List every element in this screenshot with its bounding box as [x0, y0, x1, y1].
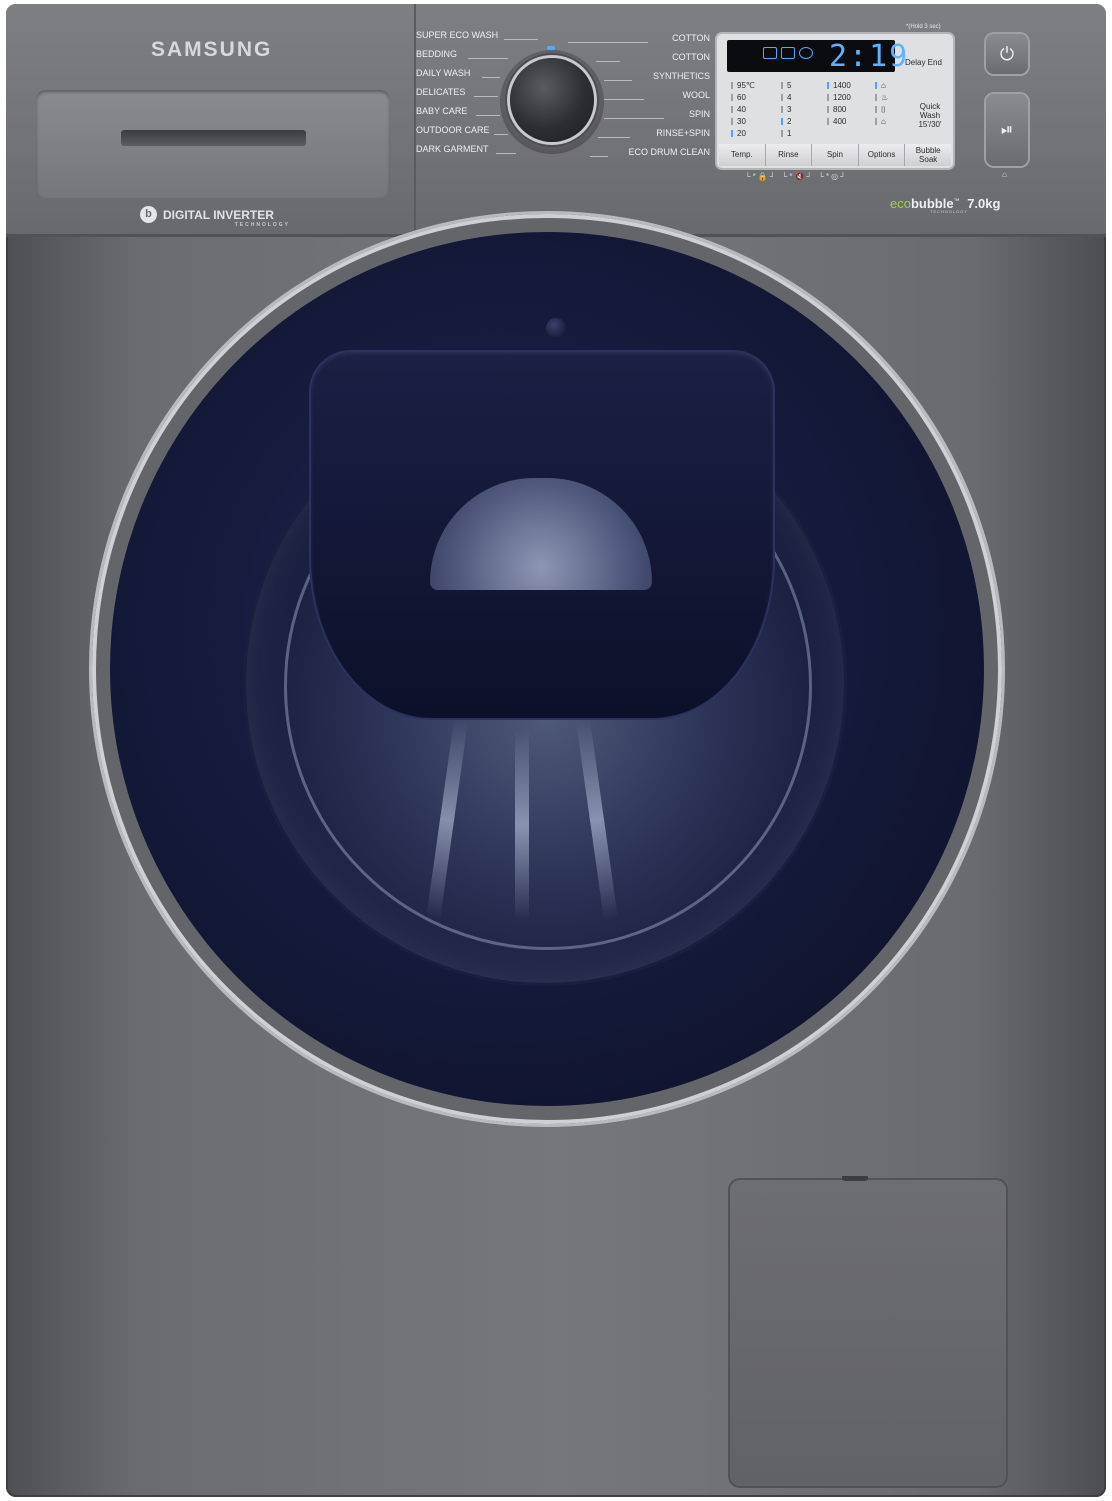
rinse-option: 2	[781, 116, 791, 128]
detergent-drawer[interactable]	[36, 90, 390, 198]
delay-end-label[interactable]: Delay End	[905, 58, 942, 67]
temp-button[interactable]: Temp.	[719, 144, 766, 166]
addwash-icon: ⌂	[1002, 170, 1007, 179]
program-label[interactable]: SUPER ECO WASH	[416, 30, 498, 40]
program-leader-line	[496, 153, 516, 154]
program-leader-line	[568, 42, 648, 43]
drawer-handle[interactable]	[121, 130, 306, 146]
capacity-label: 7.0kg	[967, 196, 1001, 211]
program-label[interactable]: OUTDOOR CARE	[416, 125, 490, 135]
inverter-title: DIGITAL INVERTER	[163, 207, 274, 222]
bubble-soak-button[interactable]: Bubble Soak	[905, 144, 951, 166]
program-leader-line	[482, 77, 500, 78]
temp-options: 95℃ 60 40 30 20	[731, 80, 755, 140]
eco-subtitle: TECHNOLOGY	[930, 209, 969, 214]
start-pause-button[interactable]: ⏯	[986, 94, 1028, 166]
option-icon-row: ⌷	[875, 104, 888, 116]
program-label[interactable]: WOOL	[682, 90, 710, 100]
program-label[interactable]: BEDDING	[416, 49, 457, 59]
program-leader-line	[604, 118, 664, 119]
trademark: ™	[953, 198, 960, 205]
program-leader-line	[476, 115, 500, 116]
time-readout: 2:19	[829, 39, 910, 74]
program-leader-line	[504, 39, 538, 40]
inverter-subtitle: TECHNOLOGY	[234, 222, 290, 228]
option-buttons: Temp. Rinse Spin Options Bubble Soak	[719, 144, 951, 166]
program-label[interactable]: DAILY WASH	[416, 68, 470, 78]
spin-button[interactable]: Spin	[812, 144, 859, 166]
program-leader-line	[590, 156, 608, 157]
power-icon: ⏻	[999, 44, 1015, 64]
display-panel: 2:19 Delay End 95℃ 60 40 30 20 5 4 3 2 1…	[717, 34, 953, 168]
ecobubble-logo: ecobubble™ 7.0kg TECHNOLOGY	[890, 196, 1001, 214]
option-icon-row: ⌂	[875, 116, 888, 128]
eco-text: eco	[890, 196, 911, 211]
hold-note: *(Hold 3 sec)	[906, 24, 941, 30]
lcd-screen: 2:19	[727, 39, 907, 74]
program-label[interactable]: DARK GARMENT	[416, 144, 489, 154]
button-combo-hints: └*🔒┘ └*🔇┘ └*◎┘	[745, 172, 848, 181]
filter-cover-notch	[842, 1176, 868, 1181]
temp-option: 30	[731, 116, 755, 128]
brand-logo: SAMSUNG	[151, 38, 273, 61]
temp-option: 95℃	[731, 80, 755, 92]
program-leader-line	[596, 61, 620, 62]
program-label[interactable]: SYNTHETICS	[653, 71, 710, 81]
play-pause-icon: ⏯	[1000, 121, 1013, 138]
program-label[interactable]: COTTON	[672, 33, 710, 43]
option-icons: ⌂ ♨ ⌷ ⌂	[875, 80, 888, 128]
option-icon-row: ⌂	[875, 80, 888, 92]
inverter-icon: b	[140, 206, 157, 223]
spin-option: 800	[827, 104, 851, 116]
addwash-release[interactable]	[546, 318, 566, 338]
rinse-option: 1	[781, 128, 791, 140]
program-label[interactable]: BABY CARE	[416, 106, 467, 116]
option-icon-row: ♨	[875, 92, 888, 104]
temp-option: 20	[731, 128, 755, 140]
program-leader-line	[468, 58, 508, 59]
temp-option: 60	[731, 92, 755, 104]
drum-light-icon: └*◎┘	[818, 172, 848, 181]
program-leader-line	[598, 137, 630, 138]
power-button[interactable]: ⏻	[986, 34, 1028, 74]
options-button[interactable]: Options	[858, 144, 906, 166]
program-dial[interactable]	[510, 58, 594, 142]
spin-icon	[799, 47, 813, 59]
rinse-option: 3	[781, 104, 791, 116]
program-leader-line	[604, 99, 644, 100]
quick-wash-label[interactable]: Quick Wash 15'/30'	[911, 102, 949, 129]
digital-inverter-logo: b DIGITAL INVERTER TECHNOLOGY	[140, 206, 288, 228]
mute-icon: └*🔇┘	[781, 172, 815, 181]
drum-rib	[515, 730, 529, 920]
program-label[interactable]: COTTON	[672, 52, 710, 62]
child-lock-icon: └*🔒┘	[745, 172, 778, 181]
program-label[interactable]: ECO DRUM CLEAN	[628, 147, 710, 157]
spin-option: 1400	[827, 80, 851, 92]
drain-pump-filter-cover[interactable]	[728, 1178, 1008, 1488]
rinse-option: 4	[781, 92, 791, 104]
spin-option: 1200	[827, 92, 851, 104]
program-label[interactable]: RINSE+SPIN	[656, 128, 710, 138]
rinse-button[interactable]: Rinse	[765, 144, 813, 166]
dial-indicator-led	[547, 46, 555, 50]
rinse-option: 5	[781, 80, 791, 92]
temp-option: 40	[731, 104, 755, 116]
wash-icon	[763, 47, 777, 59]
rinse-icon	[781, 47, 795, 59]
program-leader-line	[494, 134, 508, 135]
spin-options: 1400 1200 800 400	[827, 80, 851, 128]
program-label[interactable]: SPIN	[689, 109, 710, 119]
rinse-options: 5 4 3 2 1	[781, 80, 791, 140]
program-leader-line	[474, 96, 498, 97]
spin-option: 400	[827, 116, 851, 128]
program-leader-line	[604, 80, 632, 81]
program-label[interactable]: DELICATES	[416, 87, 465, 97]
